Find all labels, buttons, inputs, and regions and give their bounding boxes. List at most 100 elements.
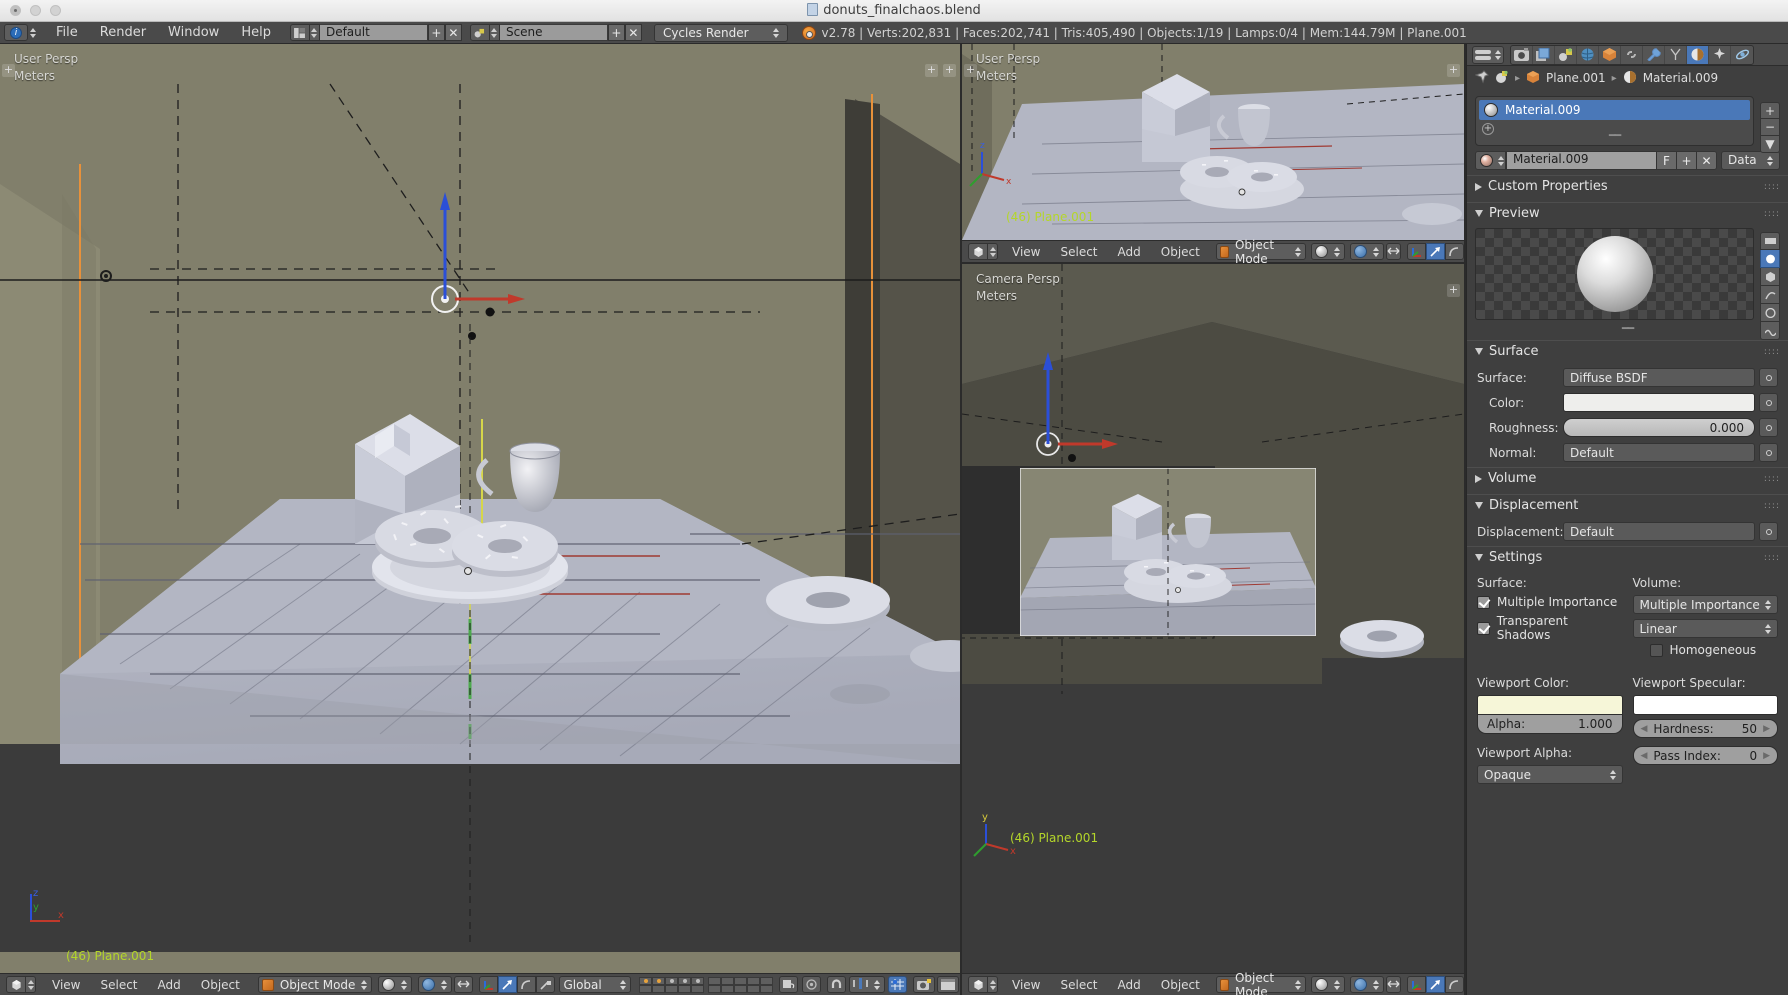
scene-name[interactable]: Scene	[500, 24, 608, 41]
menu-help[interactable]: Help	[230, 23, 282, 42]
snap-magnet-icon[interactable]	[827, 976, 846, 993]
screen-layout-delete-button[interactable]: ✕	[445, 24, 462, 41]
scene-layers-widget[interactable]	[639, 977, 773, 993]
manipulator-toggle-icon[interactable]	[1407, 976, 1426, 993]
viewport-main-menu-object[interactable]: Object	[191, 976, 250, 994]
scene-layers-block-2[interactable]	[708, 977, 773, 993]
editor-type-spinner[interactable]	[29, 28, 37, 38]
snap-during-transform-icon[interactable]	[1386, 976, 1401, 993]
world-tab[interactable]	[1577, 46, 1599, 64]
layer-cell[interactable]	[708, 985, 721, 993]
viewport-main-pivot-selector[interactable]	[418, 976, 452, 993]
preview-flat-icon[interactable]	[1760, 232, 1780, 250]
render-layers-tab[interactable]	[1533, 46, 1555, 64]
material-new-button[interactable]: +	[1676, 151, 1696, 170]
panel-custom-properties[interactable]: Custom Properties ::::	[1467, 175, 1788, 197]
material-preview[interactable]	[1475, 228, 1754, 320]
rotate-manipulator-icon[interactable]	[1445, 243, 1464, 260]
material-unlink-button[interactable]: ✕	[1696, 151, 1716, 170]
homogeneous-checkbox[interactable]	[1650, 644, 1663, 657]
material-slot-item[interactable]: Material.009	[1479, 100, 1750, 120]
viewport-main-editor-spinner[interactable]	[26, 976, 36, 993]
viewport-main-shading-selector[interactable]	[378, 976, 412, 993]
preview-cube-icon[interactable]	[1760, 268, 1780, 286]
render-tab[interactable]	[1511, 46, 1533, 64]
layer-cell[interactable]	[734, 985, 747, 993]
surface-shader-value[interactable]: Diffuse BSDF	[1563, 368, 1755, 387]
layer-cell[interactable]	[665, 985, 678, 993]
layer-cell[interactable]	[652, 985, 665, 993]
scene-selector[interactable]: Scene + ✕	[470, 24, 642, 41]
viewport-alpha-mode-selector[interactable]: Opaque	[1477, 765, 1623, 784]
material-slot-remove-button[interactable]: −	[1760, 119, 1780, 136]
surface-roughness-link-icon[interactable]	[1759, 418, 1778, 437]
3d-view-editor-icon[interactable]	[968, 243, 988, 260]
layer-cell[interactable]	[639, 977, 652, 985]
preview-hair-icon[interactable]	[1760, 286, 1780, 304]
viewport-top-right-menu-object[interactable]: Object	[1151, 243, 1210, 261]
viewport-top-right-pivot-selector[interactable]	[1350, 243, 1384, 260]
layer-cell[interactable]	[678, 985, 691, 993]
surface-shader-link-icon[interactable]	[1759, 368, 1778, 387]
viewport-top-right-nregion-toggle[interactable]: +	[1447, 64, 1460, 77]
material-fake-user-button[interactable]: F	[1656, 151, 1676, 170]
preview-sphere-sky-icon[interactable]	[1760, 304, 1780, 322]
3d-view-editor-icon[interactable]	[968, 976, 988, 993]
layer-cell[interactable]	[760, 977, 773, 985]
layer-cell[interactable]	[747, 985, 760, 993]
viewport-top-right-menu-select[interactable]: Select	[1050, 243, 1107, 261]
texture-tab[interactable]	[1709, 46, 1731, 64]
displacement-value[interactable]: Default	[1563, 522, 1755, 541]
scene-delete-button[interactable]: ✕	[625, 24, 642, 41]
layer-cell[interactable]	[639, 985, 652, 993]
layer-cell[interactable]	[734, 977, 747, 985]
proportional-edit-icon[interactable]	[802, 976, 821, 993]
viewport-top-right-menu-view[interactable]: View	[1002, 243, 1050, 261]
constraints-tab[interactable]	[1621, 46, 1643, 64]
surface-color-swatch[interactable]	[1563, 393, 1755, 412]
scene-spinner[interactable]	[490, 24, 500, 41]
material-tab[interactable]	[1687, 46, 1709, 64]
scene-tab[interactable]	[1555, 46, 1577, 64]
viewport-camera-manipulator-group[interactable]	[1407, 976, 1464, 993]
pass-index-right-arrow-icon[interactable]: ▶	[1763, 751, 1770, 761]
menu-render[interactable]: Render	[89, 23, 157, 42]
material-list-resize-grip[interactable]: ━━	[1476, 129, 1753, 142]
layer-cell[interactable]	[721, 985, 734, 993]
render-opengl-icon[interactable]	[937, 976, 959, 993]
viewport-camera-nregion-toggle[interactable]: +	[1447, 284, 1460, 297]
breadcrumb-object-name[interactable]: Plane.001	[1546, 71, 1606, 85]
translate-manipulator-icon[interactable]	[1426, 243, 1445, 260]
3d-view-editor-icon[interactable]	[6, 976, 26, 993]
panel-displacement[interactable]: Displacement ::::	[1467, 494, 1788, 516]
viewport-main-menu-add[interactable]: Add	[148, 976, 191, 994]
viewport-main[interactable]: User Persp Meters + + + z y x (46) Plane…	[0, 44, 960, 974]
material-slot-list[interactable]: Material.009 + ━━	[1475, 96, 1754, 146]
pin-icon[interactable]	[1475, 70, 1489, 87]
viewport-camera-menu-add[interactable]: Add	[1108, 976, 1151, 994]
viewport-main-mode-selector[interactable]: Object Mode	[258, 976, 373, 993]
material-slot-buttons[interactable]: + − ▼	[1760, 102, 1780, 153]
material-slot-menu-button[interactable]: ▼	[1760, 136, 1780, 153]
translate-manipulator-icon[interactable]	[1426, 976, 1445, 993]
lock-to-scene-icon[interactable]	[779, 976, 798, 993]
breadcrumb-material-name[interactable]: Material.009	[1643, 71, 1718, 85]
multiple-importance-checkbox-row[interactable]: Multiple Importance	[1477, 595, 1623, 609]
surface-normal-link-icon[interactable]	[1759, 443, 1778, 462]
homogeneous-checkbox-row[interactable]: Homogeneous	[1650, 643, 1779, 657]
translate-manipulator-icon[interactable]	[498, 976, 517, 993]
viewport-top-right[interactable]: x z User Persp Meters + + (46) Plane.001	[962, 44, 1464, 262]
pass-index-field[interactable]: ◀ Pass Index: 0 ▶	[1633, 746, 1779, 765]
viewport-main-orientation-selector[interactable]: Global	[559, 976, 631, 993]
volume-interpolation-selector[interactable]: Linear	[1633, 619, 1779, 638]
layer-cell[interactable]	[665, 977, 678, 985]
material-browse-spinner[interactable]	[1496, 151, 1506, 170]
preview-type-buttons[interactable]	[1760, 232, 1780, 340]
scene-add-button[interactable]: +	[608, 24, 625, 41]
scene-layers-block-1[interactable]	[639, 977, 704, 993]
material-slot-add-button[interactable]: +	[1760, 102, 1780, 119]
transparent-shadows-checkbox-row[interactable]: Transparent Shadows	[1477, 614, 1623, 642]
viewport-top-right-editor-spinner[interactable]	[988, 243, 998, 260]
viewport-camera-menu-object[interactable]: Object	[1151, 976, 1210, 994]
volume-sampling-selector[interactable]: Multiple Importance	[1633, 595, 1779, 614]
